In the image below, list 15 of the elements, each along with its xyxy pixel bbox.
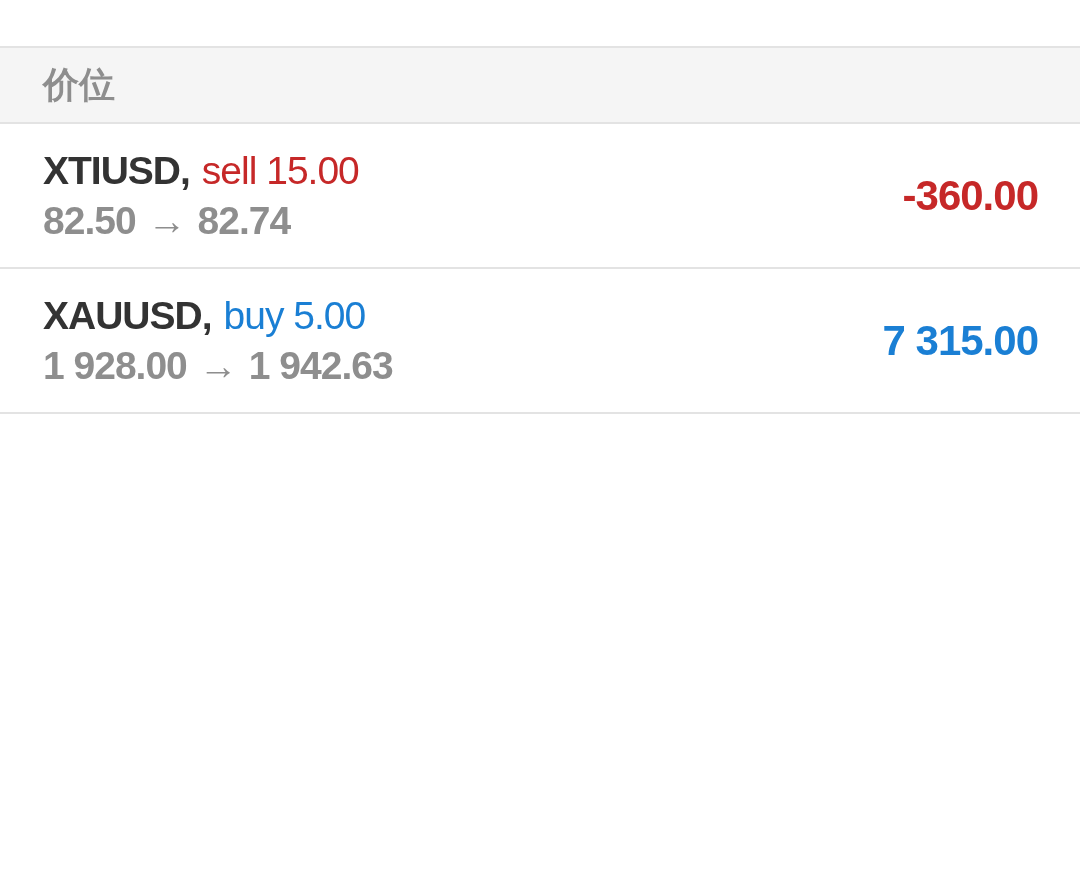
position-row[interactable]: XTIUSD, sell 15.00 82.50 → 82.74 -360.00 bbox=[0, 124, 1080, 269]
arrow-glyph: → bbox=[198, 342, 237, 389]
order-label: sell 15.00 bbox=[201, 147, 359, 194]
open-price: 1 928.00 bbox=[43, 342, 187, 389]
profit-value: 7 315.00 bbox=[882, 316, 1038, 365]
profit-value: -360.00 bbox=[902, 171, 1038, 220]
position-row[interactable]: XAUUSD, buy 5.00 1 928.00 → 1 942.63 7 315.00 bbox=[0, 269, 1080, 414]
current-price: 82.74 bbox=[197, 197, 291, 244]
symbol-label: XTIUSD, bbox=[43, 147, 190, 194]
order-label: buy 5.00 bbox=[223, 292, 366, 339]
open-price: 82.50 bbox=[43, 197, 136, 244]
current-price: 1 942.63 bbox=[248, 342, 393, 389]
section-title: 价位 bbox=[43, 62, 115, 107]
symbol-label: XAUUSD, bbox=[43, 292, 212, 339]
arrow-glyph: → bbox=[147, 197, 186, 244]
